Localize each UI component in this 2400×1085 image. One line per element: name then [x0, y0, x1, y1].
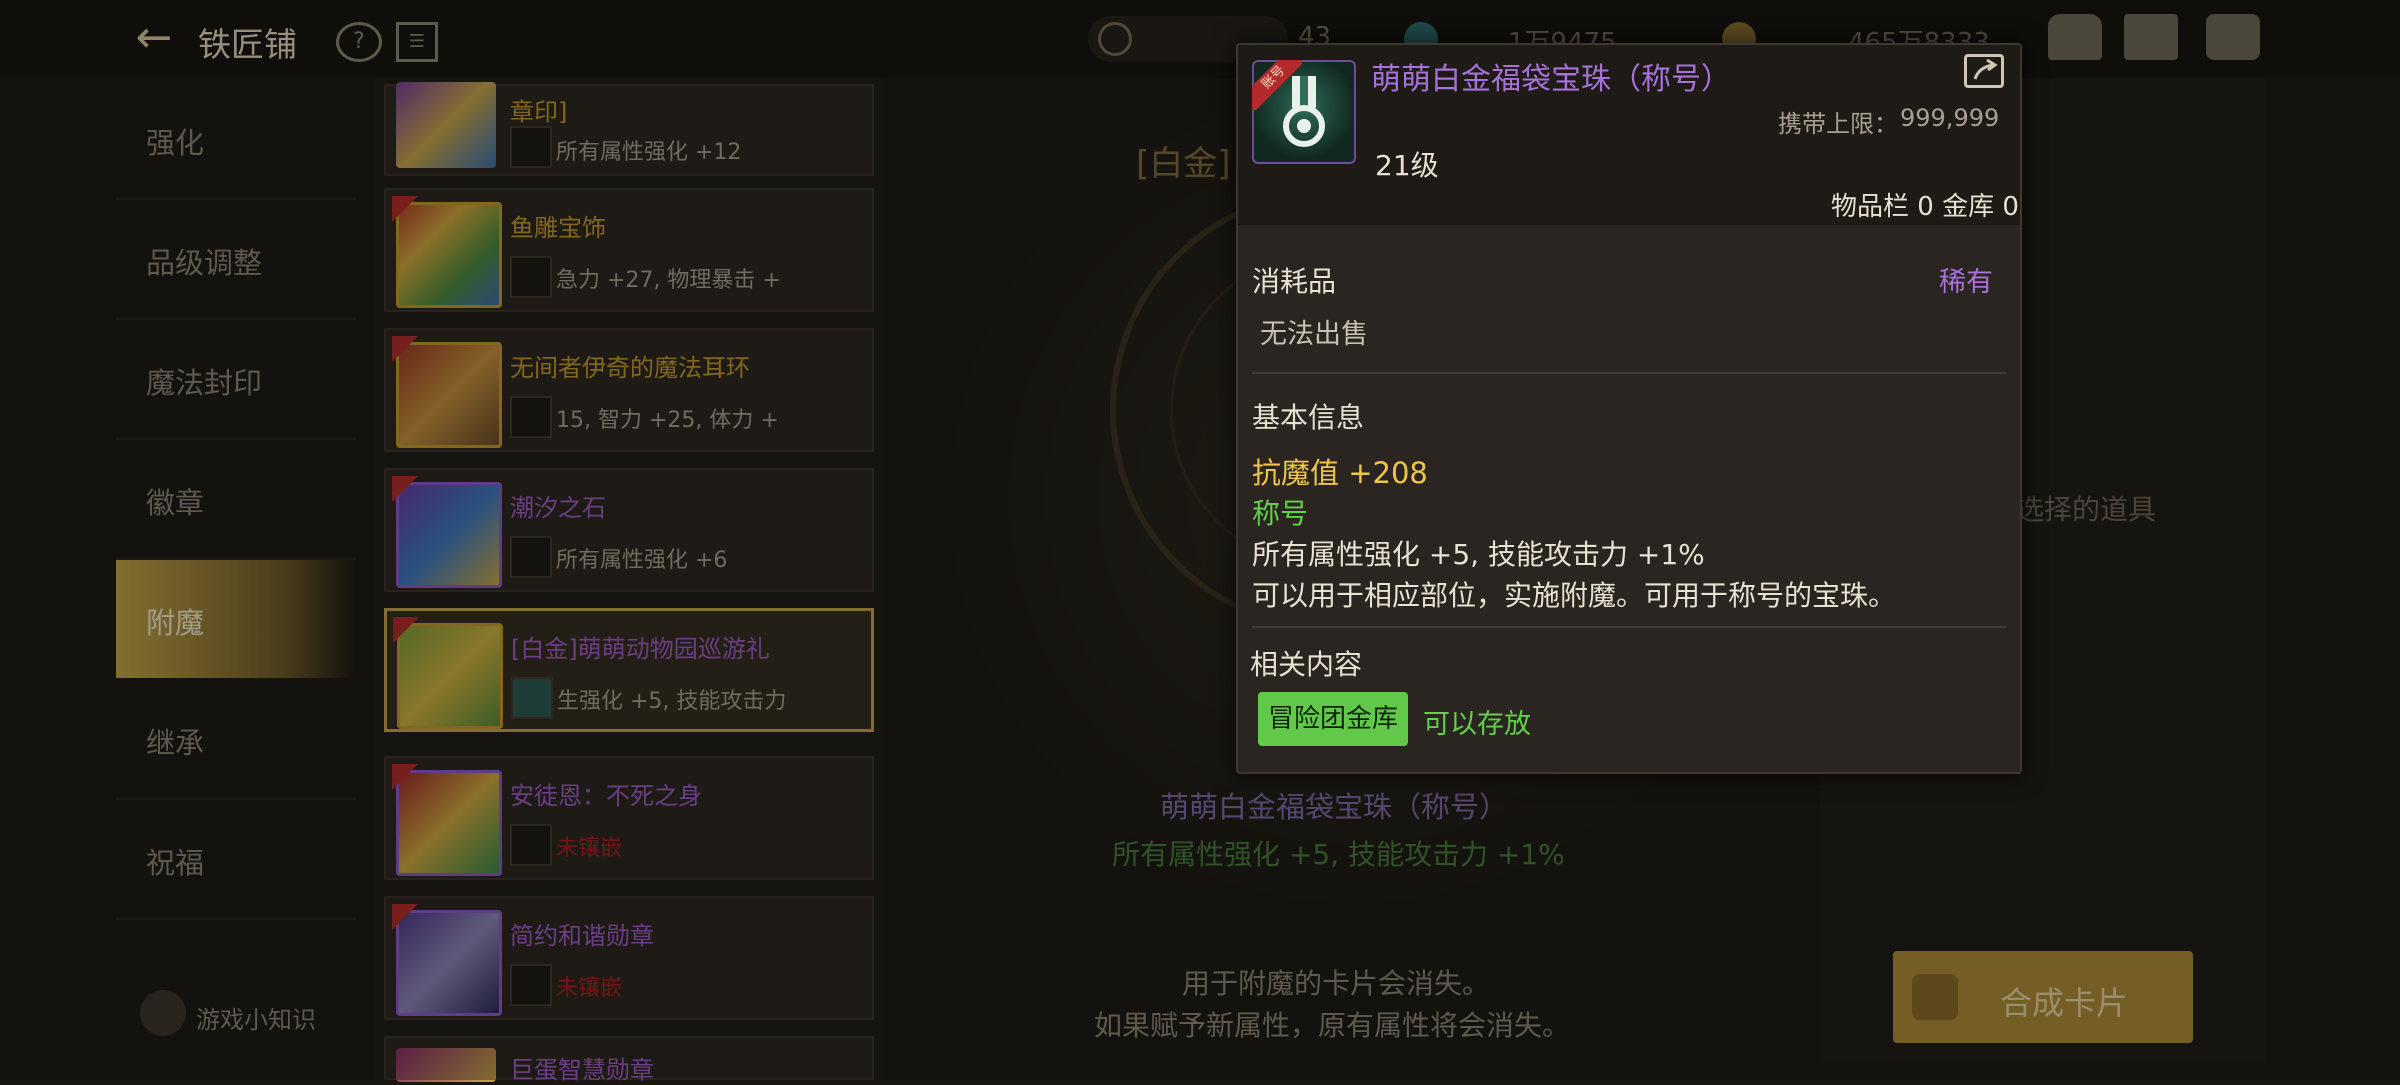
- divider: [1252, 626, 2006, 628]
- blur-overlay[interactable]: [0, 0, 2400, 1080]
- guild-vault-tag[interactable]: 冒险团金库: [1258, 692, 1408, 746]
- storable-status: 可以存放: [1423, 709, 1531, 740]
- account-badge-label: 账号: [1252, 60, 1302, 110]
- sell-status: 无法出售: [1260, 319, 1368, 350]
- account-badge: 账号: [1252, 60, 1302, 110]
- stock-count: 物品栏 0 金库 0: [1831, 192, 2019, 222]
- share-icon[interactable]: [1964, 54, 2004, 88]
- related-heading: 相关内容: [1250, 648, 1363, 681]
- carry-limit-label: 携带上限：: [1778, 110, 1898, 138]
- item-level: 21级: [1375, 149, 1439, 182]
- item-rarity: 稀有: [1939, 267, 1993, 298]
- magic-resist-stat: 抗魔值 +208: [1252, 456, 1428, 490]
- item-description: 可以用于相应部位，实施附魔。可用于称号的宝珠。: [1252, 579, 1897, 612]
- title-tag: 称号: [1252, 497, 1309, 530]
- divider: [1252, 372, 2006, 374]
- tooltip-item-name: 萌萌白金福袋宝珠（称号）: [1371, 62, 1731, 97]
- item-type: 消耗品: [1252, 265, 1337, 298]
- basic-info-heading: 基本信息: [1252, 401, 1365, 434]
- carry-limit-value: 999,999: [1900, 104, 2000, 132]
- item-stats: 所有属性强化 +5, 技能攻击力 +1%: [1252, 538, 1705, 571]
